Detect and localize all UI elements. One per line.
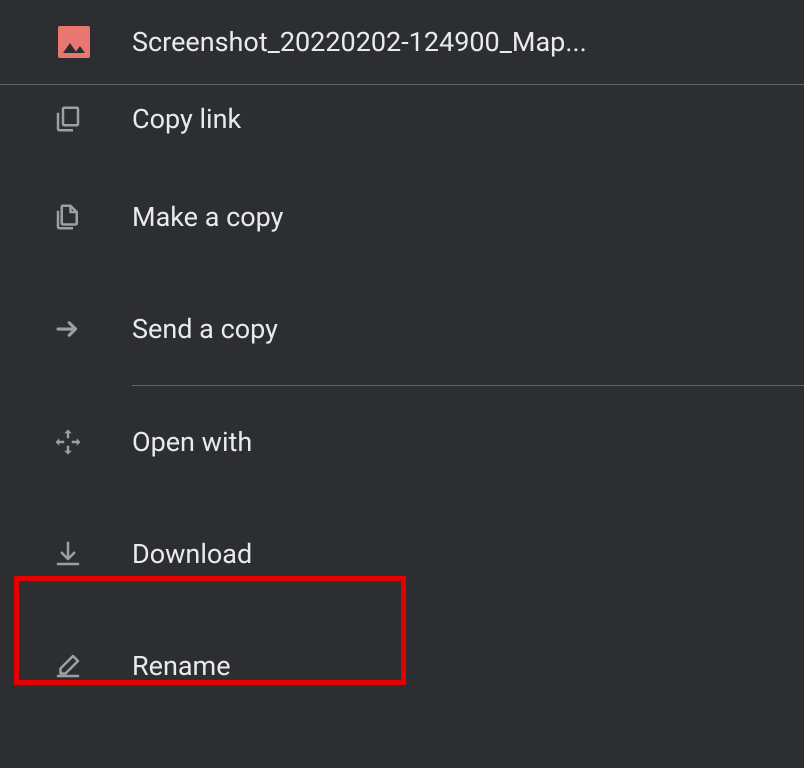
send-copy-label: Send a copy <box>132 313 278 345</box>
open-with-icon <box>52 426 84 458</box>
rename-label: Rename <box>132 650 231 682</box>
file-header: Screenshot_20220202-124900_Map... <box>0 0 804 85</box>
send-arrow-icon <box>52 313 84 345</box>
make-copy-label: Make a copy <box>132 201 283 233</box>
open-with-item[interactable]: Open with <box>0 386 804 498</box>
file-copy-icon <box>52 201 84 233</box>
link-copy-icon <box>52 103 84 135</box>
copy-link-label: Copy link <box>132 103 241 135</box>
open-with-label: Open with <box>132 426 252 458</box>
file-name: Screenshot_20220202-124900_Map... <box>132 26 587 58</box>
rename-item[interactable]: Rename <box>0 610 804 722</box>
context-menu: Copy link Make a copy Send a copy Ope <box>0 85 804 722</box>
download-icon <box>52 538 84 570</box>
image-file-icon <box>58 26 90 58</box>
send-copy-item[interactable]: Send a copy <box>0 273 804 385</box>
rename-icon <box>52 650 84 682</box>
download-label: Download <box>132 538 252 570</box>
make-copy-item[interactable]: Make a copy <box>0 161 804 273</box>
copy-link-item[interactable]: Copy link <box>0 85 804 161</box>
download-item[interactable]: Download <box>0 498 804 610</box>
